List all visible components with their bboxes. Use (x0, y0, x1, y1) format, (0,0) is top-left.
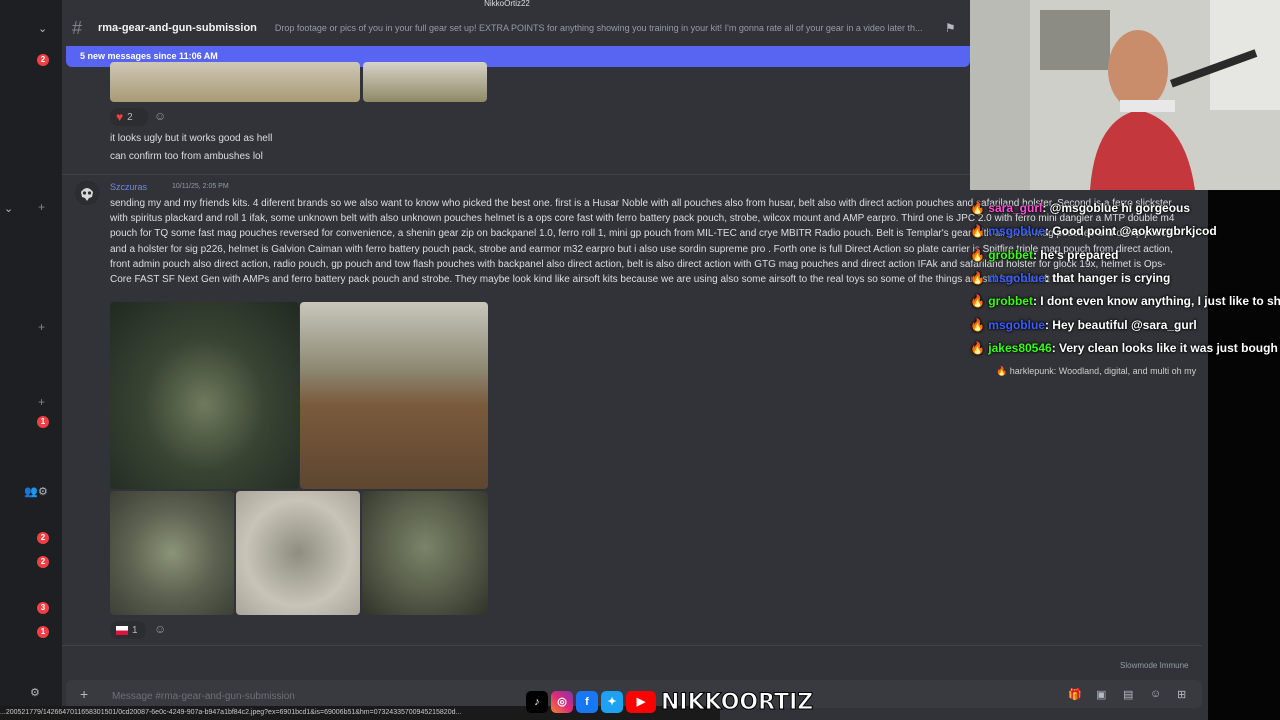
gif-icon[interactable]: ▣ (1096, 688, 1106, 701)
chat-message: 🔥 msgoblue: that hanger is crying (970, 271, 1170, 285)
unread-badge: 1 (37, 416, 49, 428)
gift-icon[interactable]: 🎁 (1068, 688, 1082, 701)
gear-icon[interactable]: ⚙ (38, 485, 48, 498)
chat-text: : Hey beautiful @sara_gurl (1044, 318, 1197, 332)
attachment-image[interactable] (236, 491, 360, 615)
attachment-image[interactable] (110, 491, 234, 615)
add-icon[interactable]: + (38, 320, 45, 334)
youtube-icon: ▶ (626, 691, 656, 713)
facebook-icon: f (576, 691, 598, 713)
chat-badge-icon: 🔥 (970, 294, 985, 308)
skull-icon (74, 180, 100, 206)
emoji-icon[interactable]: ☺ (1150, 688, 1161, 700)
unread-badge: 3 (37, 602, 49, 614)
instagram-icon: ◎ (551, 691, 573, 713)
add-reaction-icon[interactable]: ☺ (154, 622, 166, 636)
chat-text: : @msgoblue hi gorgeous (1042, 201, 1191, 215)
chat-badge-icon: 🔥 (970, 271, 985, 285)
chat-text: : Very clean looks like it was just boug… (1051, 341, 1278, 355)
chevron-down-icon[interactable]: ⌄ (4, 202, 13, 215)
reaction-flag[interactable]: 1 (110, 621, 146, 639)
chat-username: jakes80546 (988, 341, 1052, 355)
chat-username: grobbet (988, 294, 1033, 308)
chat-username: msgoblue (988, 271, 1045, 285)
sticker-icon[interactable]: ▤ (1123, 688, 1133, 701)
stream-title: NikkoOrtiz22 (484, 0, 530, 8)
server-rail: ⌄ 2 ⌄ + + + 1 👥 ⚙ 2 2 3 1 ⚙ (0, 0, 62, 720)
chat-badge-icon: 🔥 (970, 201, 985, 215)
add-icon[interactable]: + (38, 200, 45, 214)
apps-icon[interactable]: ⊞ (1177, 688, 1186, 701)
chat-username: grobbet (988, 248, 1033, 262)
reaction-count: 2 (127, 111, 133, 123)
chat-message: 🔥 msgoblue: Good point @aokwrgbrkjcod (970, 224, 1217, 238)
message-author[interactable]: Szczuras (110, 182, 147, 192)
heart-icon: ♥ (116, 110, 124, 124)
watermark-name: NIKKOORTIZ (660, 689, 814, 715)
chat-username: msgoblue (988, 224, 1045, 238)
chat-message: 🔥 jakes80546: Very clean looks like it w… (970, 341, 1278, 355)
channel-header: # rma-gear-and-gun-submission Drop foota… (62, 10, 972, 46)
upload-plus-icon[interactable]: + (80, 686, 88, 702)
chat-username: sara_gurl (988, 201, 1043, 215)
chat-badge-icon: 🔥 (970, 248, 985, 262)
chat-text: : Good point @aokwrgbrkjcod (1044, 224, 1217, 238)
chat-message: 🔥 msgoblue: Hey beautiful @sara_gurl (970, 318, 1197, 332)
webcam-overlay (970, 0, 1280, 190)
avatar[interactable] (74, 180, 100, 206)
add-reaction-icon[interactable]: ☺ (154, 109, 166, 123)
channel-name: rma-gear-and-gun-submission (98, 22, 257, 34)
attachment-image[interactable] (110, 302, 299, 489)
chat-text: : Woodland, digital, and multi oh my (1053, 366, 1197, 376)
poland-flag-icon (116, 625, 128, 635)
chat-text: : he's prepared (1032, 248, 1119, 262)
unread-badge: 2 (37, 532, 49, 544)
chat-message: 🔥 sara_gurl: @msgoblue hi gorgeous (970, 201, 1190, 215)
slowmode-status: Slowmode Immune (1120, 661, 1189, 670)
twitter-icon: ✦ (601, 691, 623, 713)
unread-badge: 1 (37, 626, 49, 638)
chat-message: 🔥 harklepunk: Woodland, digital, and mul… (996, 366, 1196, 377)
social-watermark: ♪ ◎ f ✦ ▶ NIKKOORTIZ (526, 688, 814, 716)
tiktok-icon: ♪ (526, 691, 548, 713)
hash-icon: # (72, 17, 83, 38)
unread-badge: 2 (37, 54, 49, 66)
channel-topic[interactable]: Drop footage or pics of you in your full… (275, 23, 935, 33)
chat-message: 🔥 grobbet: I dont even know anything, I … (970, 294, 1280, 308)
reaction-count: 1 (132, 624, 138, 636)
stream-side-panel (1208, 190, 1280, 720)
threads-icon[interactable]: ⚑ (945, 21, 956, 35)
chat-text: : I dont even know anything, I just like… (1032, 294, 1280, 308)
chat-badge-icon: 🔥 (970, 318, 985, 332)
attachment-image[interactable] (300, 302, 488, 489)
chat-username: harklepunk (1009, 366, 1054, 376)
reaction-heart[interactable]: ♥ 2 (110, 108, 148, 126)
message-text: can confirm too from ambushes lol (110, 151, 263, 162)
chat-message: 🔥 grobbet: he's prepared (970, 248, 1119, 262)
attachment-image[interactable] (362, 491, 488, 615)
chat-badge-icon: 🔥 (970, 341, 985, 355)
chevron-down-icon[interactable]: ⌄ (38, 22, 47, 35)
unread-badge: 2 (37, 556, 49, 568)
attachment-image[interactable] (363, 62, 487, 102)
add-icon[interactable]: + (38, 395, 45, 409)
message-divider (62, 645, 1202, 646)
chat-badge-icon: 🔥 (996, 366, 1008, 376)
chat-badge-icon: 🔥 (970, 224, 985, 238)
message-text: it looks ugly but it works good as hell (110, 133, 273, 144)
gear-icon[interactable]: ⚙ (30, 686, 40, 699)
chat-username: msgoblue (988, 318, 1045, 332)
message-timestamp: 10/11/25, 2:05 PM (172, 183, 229, 190)
add-user-icon[interactable]: 👥 (24, 485, 38, 498)
attachment-image[interactable] (110, 62, 360, 102)
chat-text: : that hanger is crying (1044, 271, 1171, 285)
